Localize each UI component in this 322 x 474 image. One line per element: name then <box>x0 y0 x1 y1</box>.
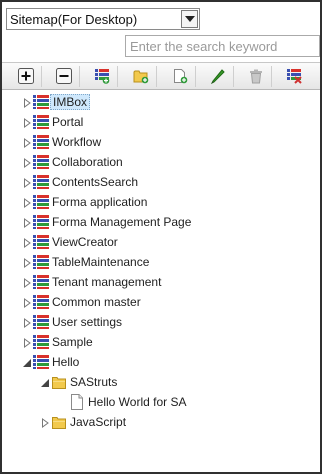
tree-item[interactable]: Sample <box>2 332 320 352</box>
tree-item[interactable]: ViewCreator <box>2 232 320 252</box>
tree-item[interactable]: Collaboration <box>2 152 320 172</box>
expand-toggle-icon[interactable] <box>23 297 32 308</box>
expand-toggle-icon[interactable] <box>23 217 32 228</box>
edit-button[interactable] <box>207 66 229 86</box>
tree-item-label[interactable]: ContentsSearch <box>50 174 140 190</box>
menu-list-icon <box>33 94 49 110</box>
tree-item[interactable]: ContentsSearch <box>2 172 320 192</box>
toolbar-separator <box>156 66 157 87</box>
menu-list-icon <box>33 214 49 230</box>
menu-list-icon <box>33 134 49 150</box>
menu-list-icon <box>33 294 49 310</box>
expand-toggle-icon[interactable] <box>23 257 32 268</box>
tree-item-label[interactable]: Hello World for SA <box>86 394 188 410</box>
tree-item-label[interactable]: Collaboration <box>50 154 125 170</box>
list-remove-icon <box>287 69 302 84</box>
expand-toggle-icon[interactable] <box>23 97 32 108</box>
toolbar-separator <box>271 66 272 87</box>
plus-icon <box>18 68 34 84</box>
minus-icon <box>56 68 72 84</box>
remove-button[interactable] <box>283 66 305 86</box>
expand-toggle-icon[interactable] <box>23 317 32 328</box>
tree-item[interactable]: User settings <box>2 312 320 332</box>
tree-item[interactable]: Tenant management <box>2 272 320 292</box>
tree-item-label[interactable]: JavaScript <box>68 414 128 430</box>
tree-item[interactable]: Hello World for SA <box>2 392 320 412</box>
tree-item[interactable]: IMBox <box>2 92 320 112</box>
tree-item-label[interactable]: Workflow <box>50 134 103 150</box>
menu-list-icon <box>33 194 49 210</box>
tree-item-label[interactable]: ViewCreator <box>50 234 120 250</box>
tree-item-label[interactable]: User settings <box>50 314 124 330</box>
tree-item[interactable]: SAStruts <box>2 372 320 392</box>
tree-item[interactable]: TableMaintenance <box>2 252 320 272</box>
expand-toggle-icon[interactable] <box>23 237 32 248</box>
tree-item-label[interactable]: Tenant management <box>50 274 163 290</box>
tree-item[interactable]: Forma Management Page <box>2 212 320 232</box>
tree-item[interactable]: Common master <box>2 292 320 312</box>
folder-icon <box>51 374 67 390</box>
menu-list-icon <box>33 354 49 370</box>
collapse-toggle-icon[interactable] <box>41 377 50 387</box>
search-input[interactable] <box>126 36 319 56</box>
tree-item-label[interactable]: TableMaintenance <box>50 254 151 270</box>
menu-list-icon <box>33 274 49 290</box>
expand-toggle-icon[interactable] <box>23 337 32 348</box>
tree-item[interactable]: Forma application <box>2 192 320 212</box>
tree-item-label[interactable]: Common master <box>50 294 143 310</box>
sitemap-select[interactable]: Sitemap(For Desktop) <box>6 8 200 30</box>
toolbar-separator <box>195 66 196 87</box>
delete-button[interactable] <box>245 66 267 86</box>
folder-icon <box>51 414 67 430</box>
add-page-button[interactable] <box>169 66 191 86</box>
expand-toggle-icon[interactable] <box>23 117 32 128</box>
tree-item-label[interactable]: IMBox <box>50 94 91 110</box>
menu-list-icon <box>33 314 49 330</box>
toolbar <box>2 62 320 90</box>
expand-toggle-icon[interactable] <box>23 157 32 168</box>
tree-item-label[interactable]: Portal <box>50 114 85 130</box>
expand-toggle-icon[interactable] <box>23 277 32 288</box>
tree-item-label[interactable]: Forma application <box>50 194 149 210</box>
menu-list-icon <box>33 334 49 350</box>
sitemap-select-value: Sitemap(For Desktop) <box>10 12 138 27</box>
search-field[interactable] <box>125 35 320 57</box>
expand-toggle-icon[interactable] <box>41 417 50 428</box>
toolbar-separator <box>41 66 42 87</box>
menu-list-icon <box>33 234 49 250</box>
menu-list-icon <box>33 254 49 270</box>
toolbar-separator <box>79 66 80 87</box>
tree-item[interactable]: Hello <box>2 352 320 372</box>
page-add-icon <box>174 69 188 84</box>
sitemap-panel: Sitemap(For Desktop) Enter the search ke… <box>0 0 322 474</box>
expand-toggle-icon[interactable] <box>23 177 32 188</box>
tree-item-label[interactable]: Forma Management Page <box>50 214 193 230</box>
menu-list-add-icon <box>95 69 110 84</box>
tree-item-label[interactable]: Hello <box>50 354 81 370</box>
collapse-toggle-icon[interactable] <box>23 357 32 367</box>
menu-list-icon <box>33 174 49 190</box>
toolbar-separator <box>117 66 118 87</box>
page-icon <box>69 394 85 410</box>
add-menu-button[interactable] <box>91 66 113 86</box>
add-folder-button[interactable] <box>130 66 152 86</box>
tree-item[interactable]: Workflow <box>2 132 320 152</box>
tree-item[interactable]: Portal <box>2 112 320 132</box>
menu-list-icon <box>33 114 49 130</box>
menu-list-icon <box>33 154 49 170</box>
tree-item-label[interactable]: Sample <box>50 334 95 350</box>
pencil-icon <box>210 69 225 84</box>
expand-toggle-icon[interactable] <box>23 137 32 148</box>
dropdown-arrow-icon[interactable] <box>181 10 198 28</box>
collapse-all-button[interactable] <box>53 66 75 86</box>
toolbar-separator <box>233 66 234 87</box>
expand-all-button[interactable] <box>15 66 37 86</box>
tree-item[interactable]: JavaScript <box>2 412 320 432</box>
folder-add-icon <box>133 70 149 84</box>
trash-icon <box>250 69 262 84</box>
expand-toggle-icon[interactable] <box>23 197 32 208</box>
tree-item-label[interactable]: SAStruts <box>68 374 119 390</box>
